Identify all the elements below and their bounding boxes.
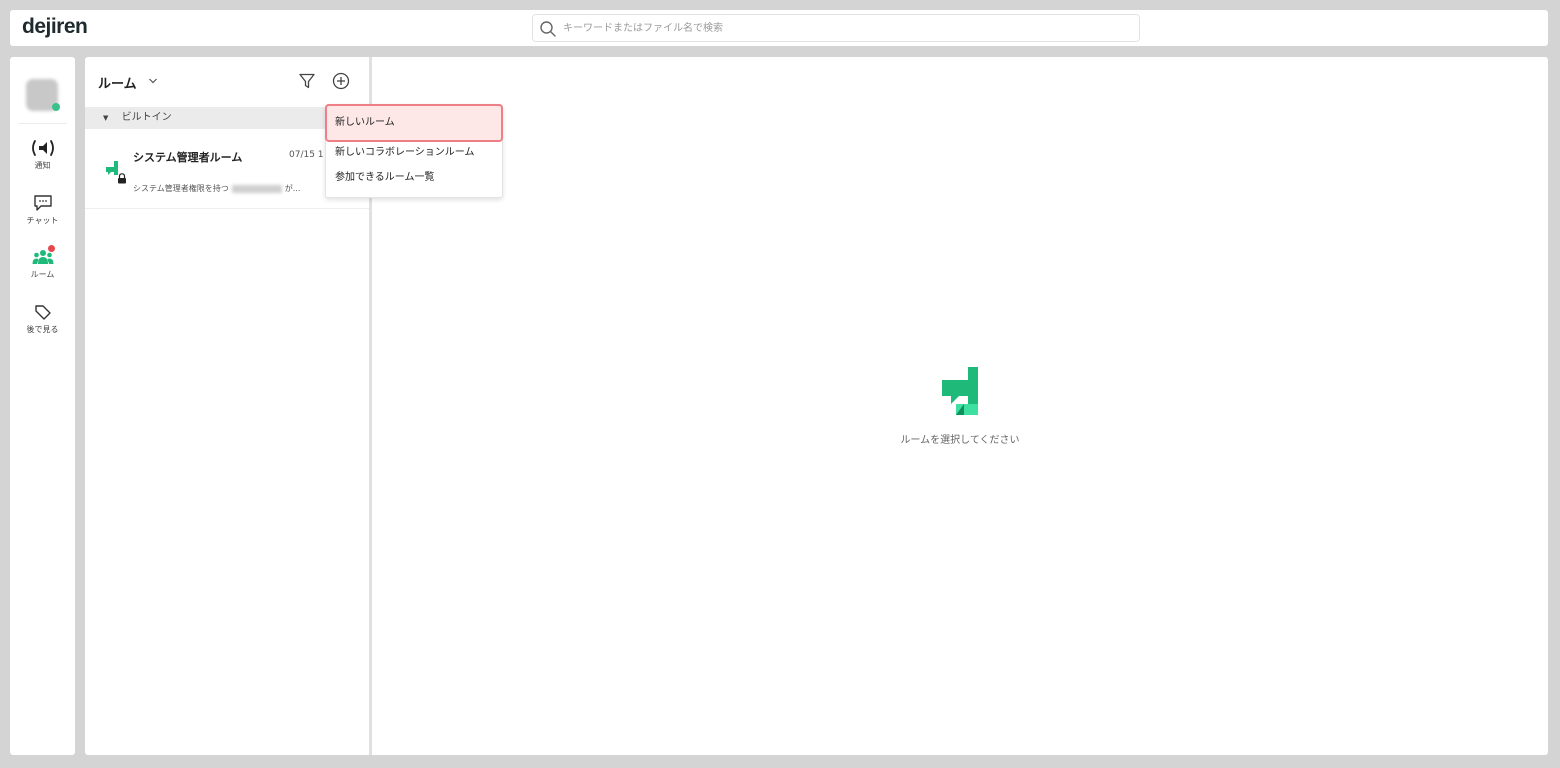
nav-label-chat: チャット: [26, 216, 59, 225]
room-group-label: ビルトイン: [121, 112, 172, 123]
dejiren-logo-icon: [942, 367, 978, 415]
add-room-menu: 新しいルーム 新しいコラボレーションルーム 参加できるルーム一覧: [325, 104, 503, 198]
lock-icon: [118, 173, 126, 184]
notification-badge: [48, 245, 55, 252]
add-room-icon[interactable]: [331, 71, 351, 91]
room-name: システム管理者ルーム: [133, 151, 243, 164]
room-last-message: システム管理者権限を持つ が...: [133, 183, 300, 194]
room-panel-title[interactable]: ルーム: [98, 73, 157, 92]
main-content: ルームを選択してください: [372, 57, 1548, 755]
empty-state-message: ルームを選択してください: [900, 435, 1020, 446]
nav-item-chat[interactable]: チャット: [10, 194, 75, 238]
room-preview-end: が...: [284, 184, 301, 193]
chevron-down-icon: [149, 78, 157, 84]
search-box[interactable]: [532, 14, 1140, 42]
nav-item-watch-later[interactable]: 後で見る: [10, 303, 75, 347]
broadcast-icon: [31, 140, 54, 156]
room-panel-title-text: ルーム: [98, 77, 137, 92]
nav-label-notifications: 通知: [34, 161, 51, 170]
left-nav: 通知 チャット ルーム 後で見る: [10, 57, 75, 755]
app-logo[interactable]: dejiren: [22, 15, 88, 39]
collapse-triangle-icon: ▼: [103, 114, 109, 122]
top-bar: dejiren: [10, 10, 1548, 46]
nav-label-rooms: ルーム: [30, 270, 55, 279]
room-timestamp: 07/15 1: [289, 150, 324, 160]
sidebar-divider: [18, 123, 67, 124]
search-icon: [540, 21, 556, 37]
menu-item-new-collaboration-room[interactable]: 新しいコラボレーションルーム: [326, 141, 502, 165]
online-status-dot: [52, 103, 60, 111]
nav-item-rooms[interactable]: ルーム: [10, 245, 75, 292]
filter-icon[interactable]: [298, 72, 316, 90]
menu-item-new-room[interactable]: 新しいルーム: [325, 104, 503, 142]
nav-item-notifications[interactable]: 通知: [10, 139, 75, 183]
chat-icon: [33, 195, 52, 211]
nav-label-watch-later: 後で見る: [26, 325, 59, 334]
search-input[interactable]: [563, 19, 1123, 37]
menu-item-joinable-rooms[interactable]: 参加できるルーム一覧: [326, 166, 502, 190]
redacted-name: [231, 184, 282, 193]
room-preview-start: システム管理者権限を持つ: [133, 184, 229, 193]
tag-icon: [34, 305, 51, 320]
